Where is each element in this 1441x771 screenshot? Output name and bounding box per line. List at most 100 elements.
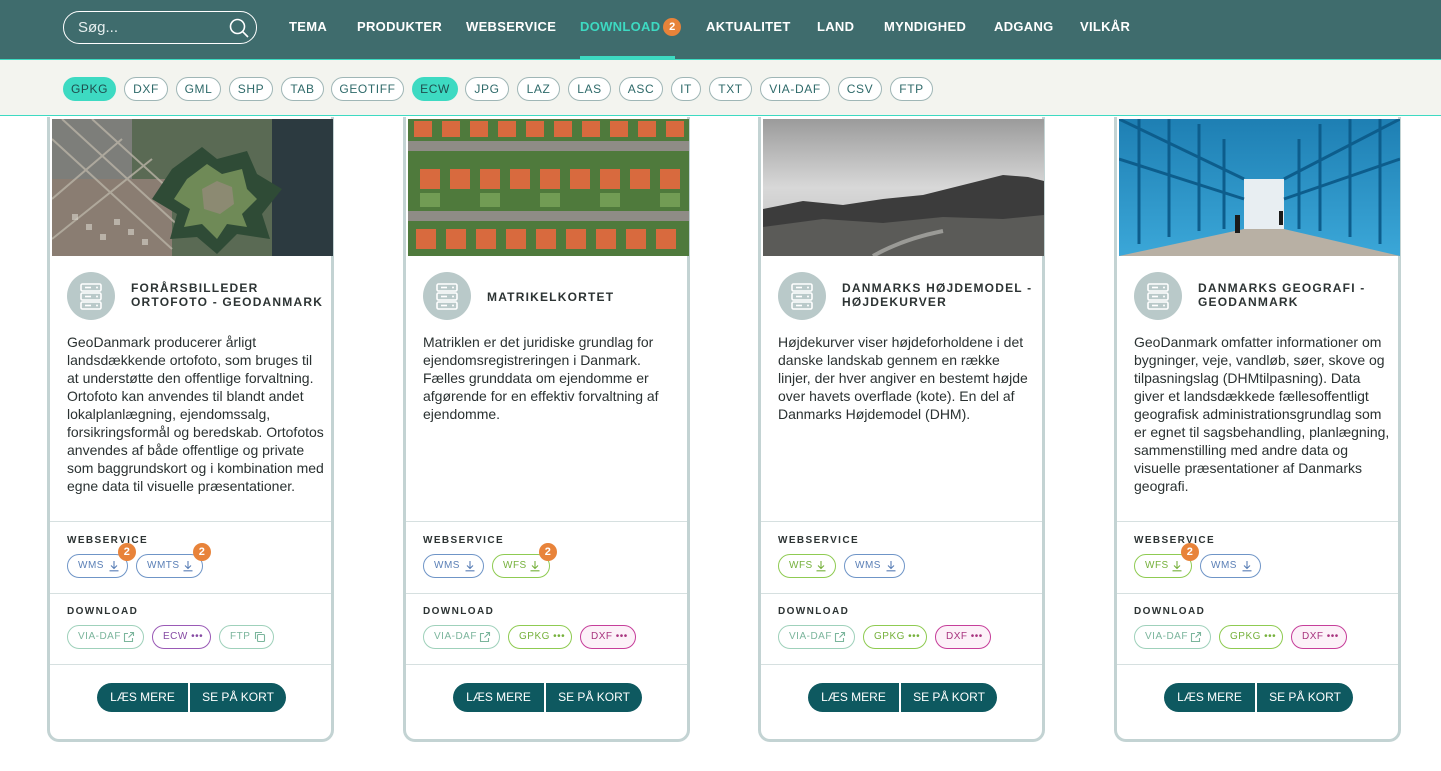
count-badge: 2 bbox=[539, 543, 557, 561]
chip-label: DXF ••• bbox=[946, 631, 983, 642]
read-more-button[interactable]: LÆS MERE bbox=[453, 683, 544, 712]
dataset-avatar bbox=[778, 272, 826, 320]
dataset-avatar bbox=[67, 272, 115, 320]
see-on-map-button[interactable]: SE PÅ KORT bbox=[190, 683, 286, 712]
chip-label: VIA-DAF bbox=[434, 631, 477, 642]
see-on-map-button[interactable]: SE PÅ KORT bbox=[901, 683, 997, 712]
nav-item-land[interactable]: LAND bbox=[817, 19, 854, 34]
download-chip-via-daf[interactable]: VIA-DAF bbox=[423, 625, 500, 649]
download-icon bbox=[182, 560, 194, 572]
card-title[interactable]: MATRIKELKORTET bbox=[487, 290, 687, 304]
download-label: DOWNLOAD bbox=[423, 606, 495, 617]
card-title[interactable]: DANMARKS HØJDEMODEL - HØJDEKURVER bbox=[842, 281, 1042, 309]
chip-label: GPKG ••• bbox=[1230, 631, 1277, 642]
download-chip-gpkg[interactable]: GPKG ••• bbox=[863, 625, 927, 649]
product-card-hojdekurver: DANMARKS HØJDEMODEL - HØJDEKURVER Højdek… bbox=[758, 117, 1045, 742]
nav-item-produkter[interactable]: PRODUKTER bbox=[357, 19, 442, 34]
count-badge: 2 bbox=[1181, 543, 1199, 561]
format-chip-txt[interactable]: TXT bbox=[709, 77, 752, 101]
chip-label: WFS bbox=[1145, 560, 1169, 571]
webservice-chip-wfs[interactable]: WFS 2 bbox=[1134, 543, 1199, 578]
see-on-map-button[interactable]: SE PÅ KORT bbox=[1257, 683, 1353, 712]
nav-item-webservice[interactable]: WEBSERVICE bbox=[466, 19, 556, 34]
webservice-chip-wmts[interactable]: WMTS 2 bbox=[136, 543, 211, 578]
see-on-map-button[interactable]: SE PÅ KORT bbox=[546, 683, 642, 712]
download-chip-dxf[interactable]: DXF ••• bbox=[1291, 625, 1347, 649]
webservice-chip-wms[interactable]: WMS bbox=[1200, 554, 1261, 578]
format-chip-jpg[interactable]: JPG bbox=[465, 77, 509, 101]
format-chip-shp[interactable]: SHP bbox=[229, 77, 273, 101]
download-chip-ftp[interactable]: FTP bbox=[219, 625, 274, 649]
chip-label: FTP bbox=[230, 631, 251, 642]
webservice-chip-wfs[interactable]: WFS 2 bbox=[492, 543, 557, 578]
divider bbox=[1117, 593, 1398, 594]
count-badge: 2 bbox=[193, 543, 211, 561]
format-chip-dxf[interactable]: DXF bbox=[124, 77, 168, 101]
download-icon bbox=[464, 560, 476, 572]
format-chip-it[interactable]: IT bbox=[671, 77, 701, 101]
chip-label: ECW ••• bbox=[163, 631, 204, 642]
download-label: DOWNLOAD bbox=[1134, 606, 1206, 617]
download-chip-via-daf[interactable]: VIA-DAF bbox=[67, 625, 144, 649]
dataset-avatar bbox=[1134, 272, 1182, 320]
download-count-badge: 2 bbox=[663, 18, 682, 36]
card-image-blue-bridge bbox=[1119, 119, 1400, 256]
external-link-icon bbox=[123, 631, 135, 643]
nav-item-adgang[interactable]: ADGANG bbox=[994, 19, 1054, 34]
format-chip-laz[interactable]: LAZ bbox=[517, 77, 560, 101]
webservice-chip-wms[interactable]: WMS 2 bbox=[67, 543, 136, 578]
format-chip-ftp[interactable]: FTP bbox=[890, 77, 933, 101]
format-chip-tab[interactable]: TAB bbox=[281, 77, 324, 101]
divider bbox=[50, 593, 331, 594]
download-chip-dxf[interactable]: DXF ••• bbox=[935, 625, 991, 649]
external-link-icon bbox=[834, 631, 846, 643]
external-link-icon bbox=[1190, 631, 1202, 643]
nav-item-tema[interactable]: TEMA bbox=[289, 19, 327, 34]
count-badge: 2 bbox=[118, 543, 136, 561]
copy-icon bbox=[254, 631, 266, 643]
download-chip-via-daf[interactable]: VIA-DAF bbox=[778, 625, 855, 649]
download-chip-gpkg[interactable]: GPKG ••• bbox=[1219, 625, 1283, 649]
divider bbox=[761, 664, 1042, 665]
card-title[interactable]: FORÅRSBILLEDER ORTOFOTO - GEODANMARK bbox=[131, 281, 331, 309]
webservice-label: WEBSERVICE bbox=[423, 535, 505, 546]
format-chip-ecw[interactable]: ECW bbox=[412, 77, 458, 101]
read-more-button[interactable]: LÆS MERE bbox=[808, 683, 899, 712]
chip-label: VIA-DAF bbox=[78, 631, 121, 642]
nav-item-download-label: DOWNLOAD bbox=[580, 19, 661, 34]
chip-label: WMS bbox=[1211, 560, 1237, 571]
webservice-chip-wms[interactable]: WMS bbox=[844, 554, 905, 578]
webservice-label: WEBSERVICE bbox=[778, 535, 860, 546]
external-link-icon bbox=[479, 631, 491, 643]
nav-item-download[interactable]: DOWNLOAD 2 bbox=[580, 18, 682, 36]
chip-label: WMS bbox=[434, 560, 460, 571]
download-chip-gpkg[interactable]: GPKG ••• bbox=[508, 625, 572, 649]
chip-label: DXF ••• bbox=[1302, 631, 1339, 642]
dataset-avatar bbox=[423, 272, 471, 320]
format-chip-gml[interactable]: GML bbox=[176, 77, 221, 101]
divider bbox=[406, 593, 687, 594]
format-chip-gpkg[interactable]: GPKG bbox=[63, 77, 116, 101]
format-chip-las[interactable]: LAS bbox=[568, 77, 611, 101]
webservice-label: WEBSERVICE bbox=[67, 535, 149, 546]
nav-item-aktualitet[interactable]: AKTUALITET bbox=[706, 19, 791, 34]
download-chip-via-daf[interactable]: VIA-DAF bbox=[1134, 625, 1211, 649]
webservice-chip-wms[interactable]: WMS bbox=[423, 554, 484, 578]
nav-item-myndighed[interactable]: MYNDIGHED bbox=[884, 19, 966, 34]
download-icon bbox=[529, 560, 541, 572]
read-more-button[interactable]: LÆS MERE bbox=[1164, 683, 1255, 712]
product-card-matrikelkortet: MATRIKELKORTET Matriklen er det juridisk… bbox=[403, 117, 690, 742]
format-chip-via-daf[interactable]: VIA-DAF bbox=[760, 77, 830, 101]
divider bbox=[1117, 664, 1398, 665]
read-more-button[interactable]: LÆS MERE bbox=[97, 683, 188, 712]
card-title[interactable]: DANMARKS GEOGRAFI - GEODANMARK bbox=[1198, 281, 1398, 309]
format-chip-geotiff[interactable]: GEOTIFF bbox=[331, 77, 404, 101]
webservice-chip-wfs[interactable]: WFS bbox=[778, 554, 836, 578]
download-chip-ecw[interactable]: ECW ••• bbox=[152, 625, 211, 649]
format-chip-csv[interactable]: CSV bbox=[838, 77, 882, 101]
format-chip-asc[interactable]: ASC bbox=[619, 77, 663, 101]
chip-label: GPKG ••• bbox=[874, 631, 921, 642]
download-chip-dxf[interactable]: DXF ••• bbox=[580, 625, 636, 649]
nav-item-vilkar[interactable]: VILKÅR bbox=[1080, 19, 1130, 34]
chip-label: WMTS bbox=[147, 560, 180, 571]
